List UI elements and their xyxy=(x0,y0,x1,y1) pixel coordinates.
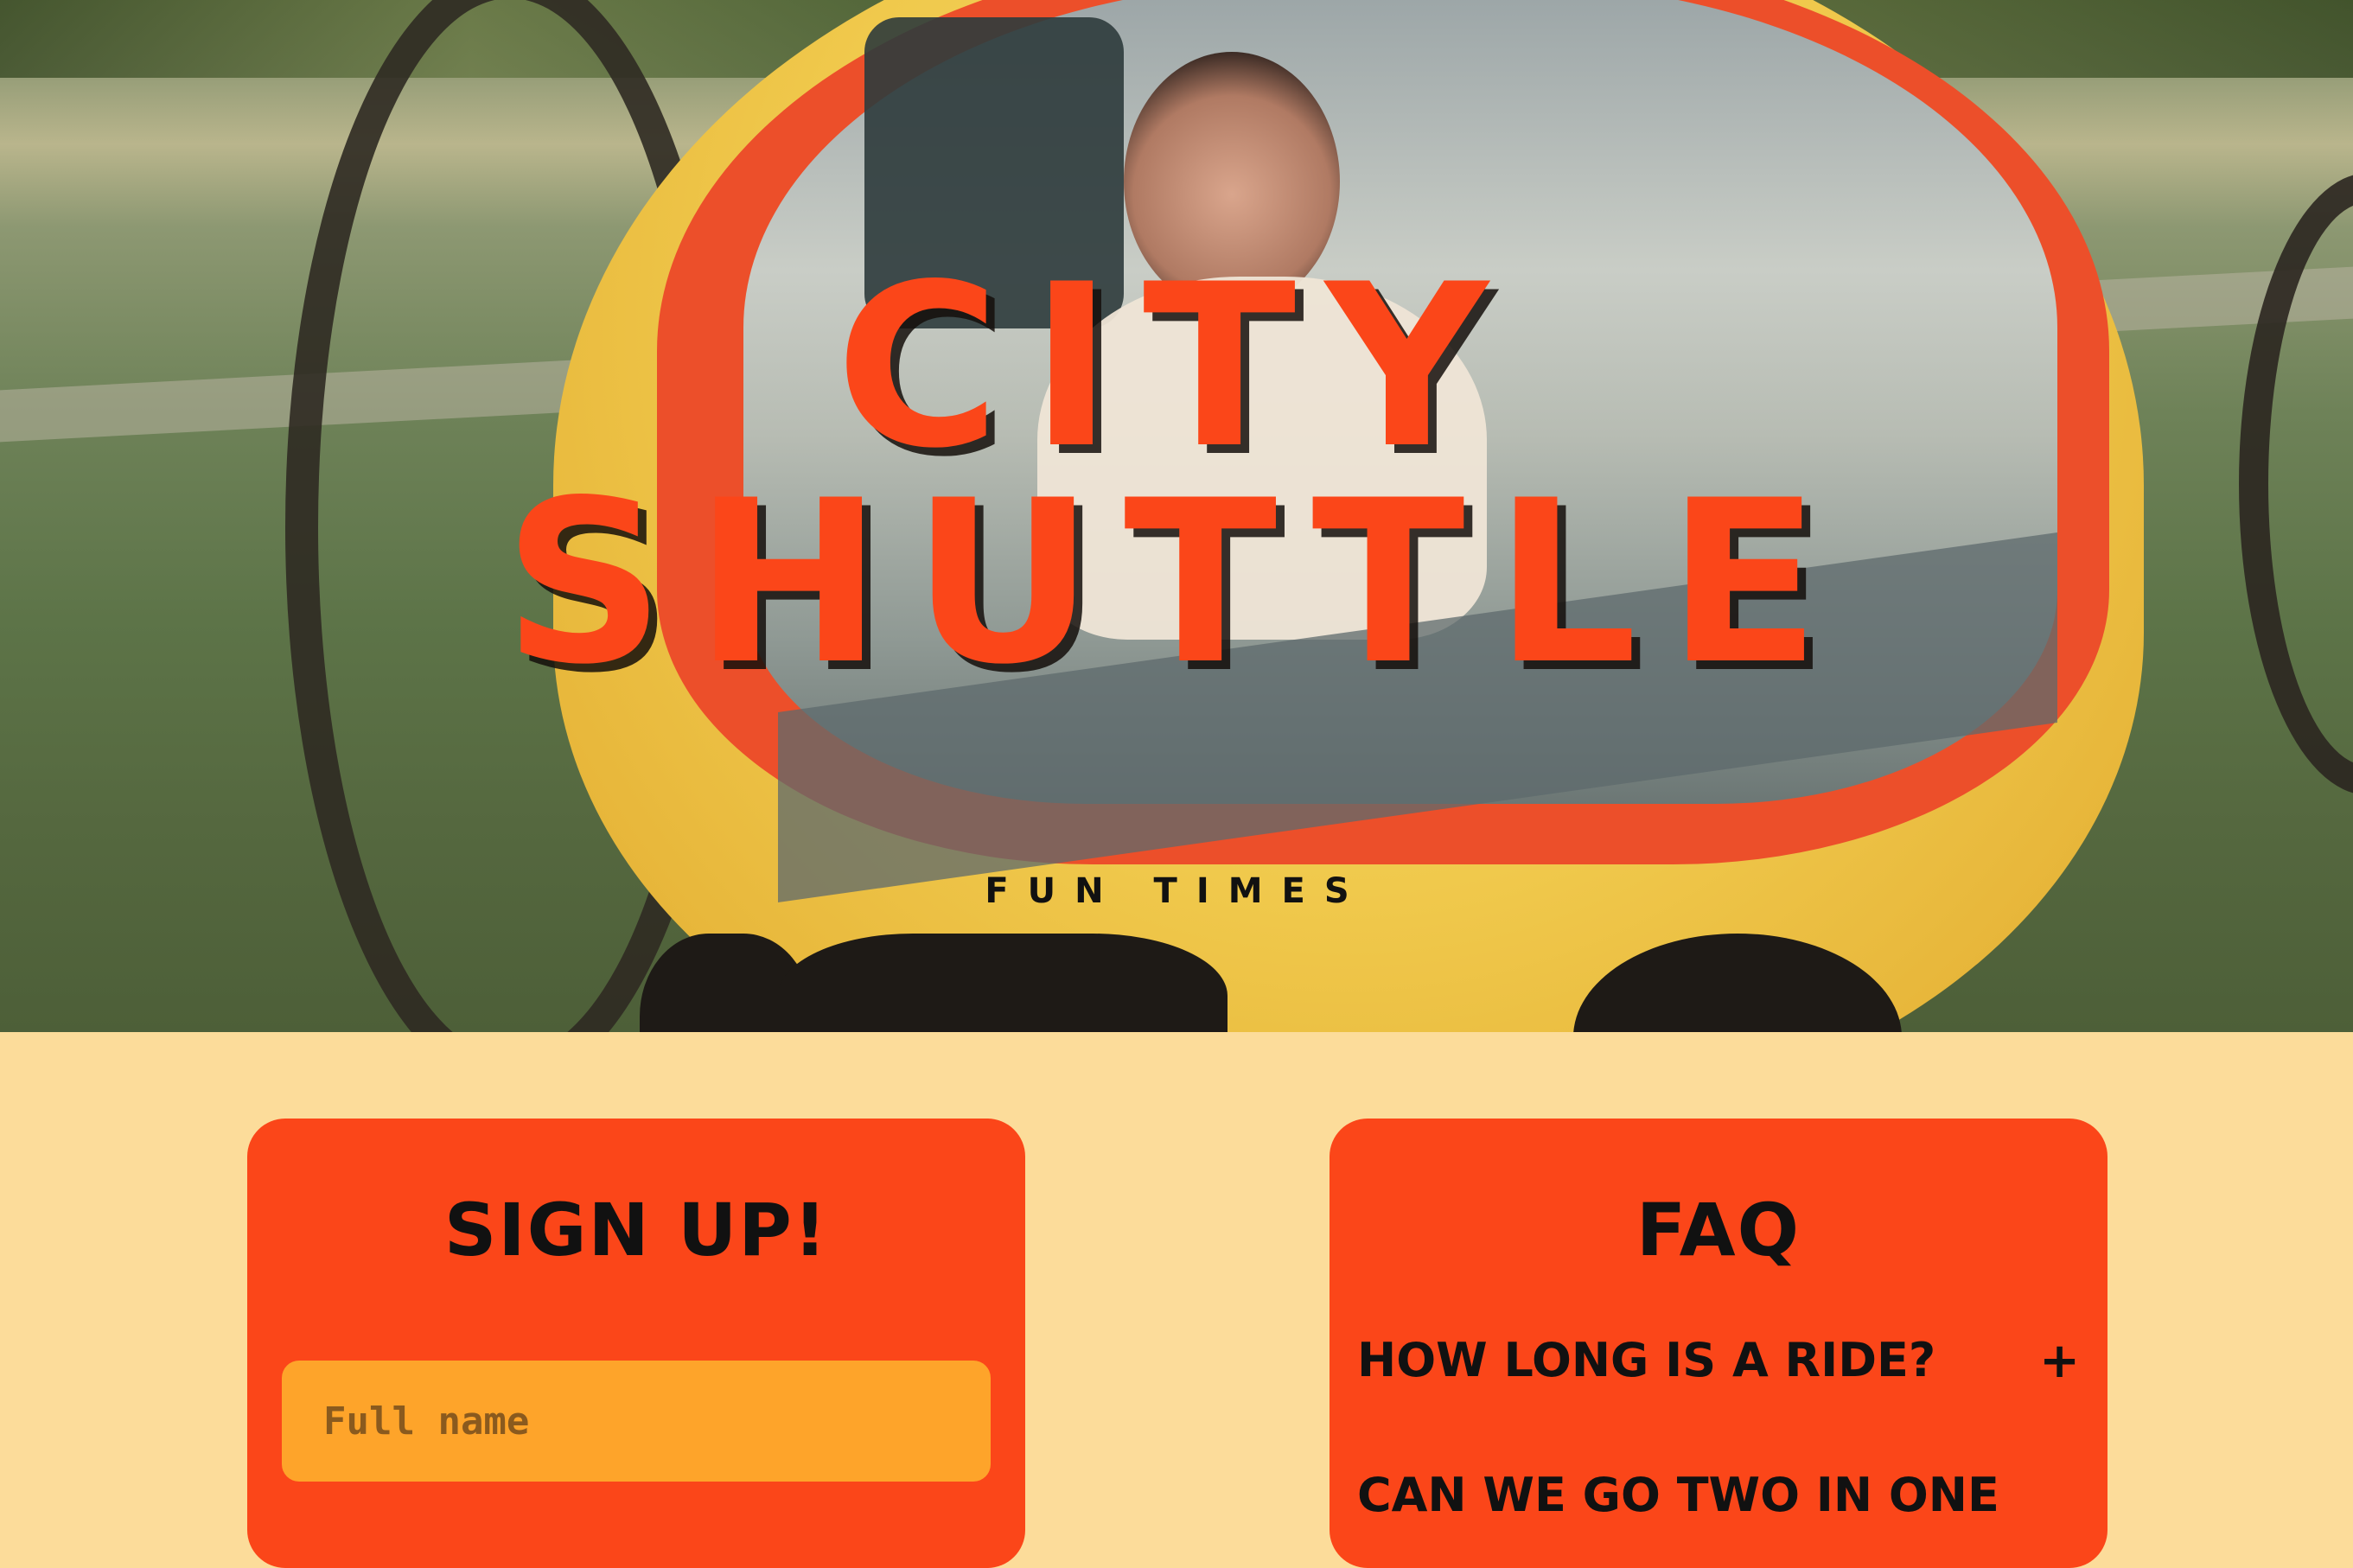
faq-heading: FAQ xyxy=(1636,1188,1801,1272)
hero-title-line-2: Shuttle xyxy=(503,453,1850,714)
full-name-input[interactable] xyxy=(282,1361,991,1482)
hero-title: City Shuttle xyxy=(0,237,2353,714)
hero-subtitle: Fun Times xyxy=(985,871,1368,911)
signup-card: Sign Up! xyxy=(247,1119,1025,1568)
signup-heading: Sign Up! xyxy=(443,1188,829,1272)
hero-pod-decal xyxy=(778,934,1228,1032)
faq-item-two-in-one[interactable]: Can we go two in one xyxy=(1357,1468,2080,1522)
hero-title-line-1: City xyxy=(835,237,1518,498)
plus-icon[interactable]: + xyxy=(2039,1333,2080,1389)
faq-card: FAQ How long is a ride? + Can we go two … xyxy=(1330,1119,2107,1568)
hero-banner: City Shuttle Fun Times xyxy=(0,0,2353,1032)
faq-question: Can we go two in one xyxy=(1357,1468,1999,1522)
faq-question: How long is a ride? xyxy=(1357,1333,1936,1387)
faq-item-ride-length[interactable]: How long is a ride? + xyxy=(1357,1333,2080,1389)
